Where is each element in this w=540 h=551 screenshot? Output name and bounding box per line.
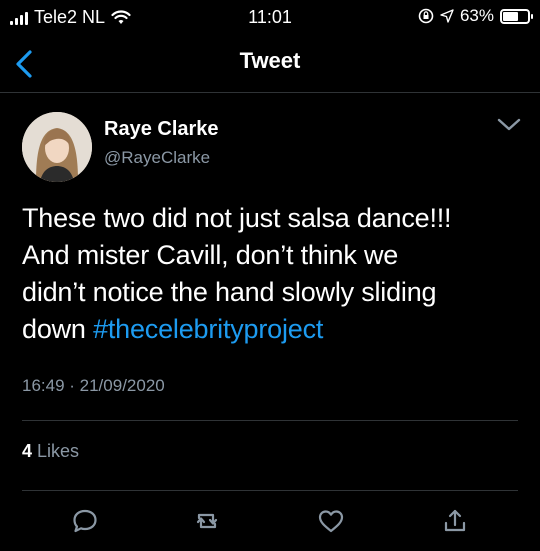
likes-label: Likes — [32, 441, 80, 461]
avatar-image — [22, 112, 92, 182]
tweet-text: These two did not just salsa dance!!! An… — [22, 200, 522, 348]
tweet-timestamp: 16:49 · 21/09/2020 — [22, 376, 165, 395]
divider — [22, 420, 518, 421]
tweet-text-line: down #thecelebrityproject — [22, 311, 522, 348]
tweet-text-line: These two did not just salsa dance!!! — [22, 203, 452, 233]
location-icon — [440, 9, 454, 23]
nav-bar: Tweet — [0, 36, 540, 93]
battery-percent: 63% — [459, 6, 494, 25]
divider — [22, 490, 518, 491]
tweet-text-line: didn’t notice the hand slowly sliding — [22, 277, 437, 307]
page-title: Tweet — [239, 48, 301, 73]
likes-summary[interactable]: 4 Likes — [22, 441, 79, 462]
tweet-actions — [0, 502, 540, 542]
hashtag-link[interactable]: #thecelebrityproject — [93, 314, 323, 344]
status-bar: Tele2 NL 11:01 63% — [0, 0, 540, 36]
reply-icon[interactable] — [70, 506, 100, 536]
like-icon[interactable] — [316, 506, 346, 536]
retweet-icon[interactable] — [192, 506, 222, 536]
author-handle[interactable]: @RayeClarke — [104, 148, 210, 168]
author-name[interactable]: Raye Clarke — [104, 118, 219, 141]
share-icon[interactable] — [440, 506, 470, 536]
tweet-text-line: And mister Cavill, don’t think we — [22, 240, 399, 270]
battery-icon — [500, 8, 533, 24]
likes-count: 4 — [22, 441, 33, 461]
orientation-lock-icon — [418, 8, 434, 24]
avatar[interactable] — [22, 112, 92, 182]
caret-down-icon[interactable] — [496, 116, 522, 134]
tweet-text-line-start: down — [22, 314, 94, 344]
